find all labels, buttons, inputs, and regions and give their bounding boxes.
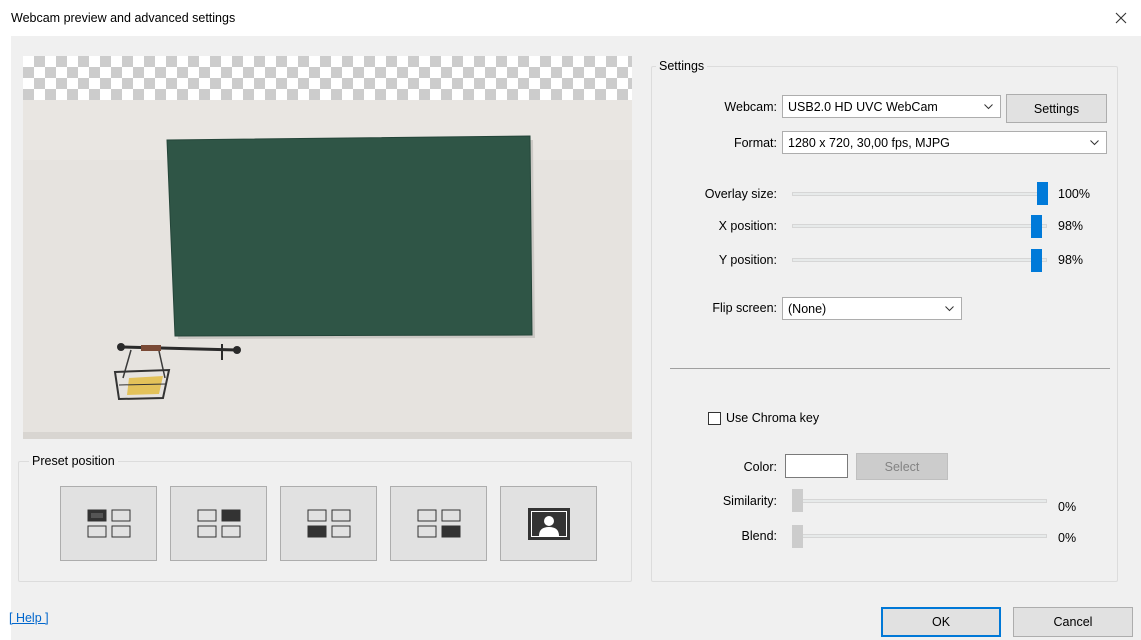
preset-position-label: Preset position — [29, 454, 118, 468]
webcam-select-value: USB2.0 HD UVC WebCam — [788, 99, 938, 114]
preset-top-right-button[interactable] — [170, 486, 267, 561]
close-icon — [1115, 12, 1127, 24]
layout-bottom-right-icon — [417, 509, 460, 537]
similarity-slider-track — [792, 499, 1047, 503]
blend-slider-thumb[interactable] — [792, 525, 803, 548]
blend-label: Blend: — [741, 529, 777, 543]
preset-bottom-right-button[interactable] — [390, 486, 487, 561]
y-position-slider-thumb[interactable] — [1031, 249, 1042, 272]
overlay-size-value: 100% — [1058, 187, 1090, 201]
layout-top-left-icon — [87, 509, 130, 537]
x-position-label: X position: — [718, 219, 777, 233]
blend-slider-track — [792, 534, 1047, 538]
overlay-size-label: Overlay size: — [704, 187, 777, 201]
close-button[interactable] — [1109, 6, 1133, 30]
x-position-value: 98% — [1058, 219, 1084, 233]
color-label: Color: — [743, 460, 777, 474]
flip-screen-label: Flip screen: — [712, 301, 777, 315]
chroma-color-swatch — [785, 454, 848, 478]
preset-top-left-button[interactable] — [60, 486, 157, 561]
y-position-slider-track — [792, 258, 1047, 262]
use-chroma-key-label[interactable]: Use Chroma key — [726, 411, 819, 425]
layout-bottom-left-icon — [307, 509, 350, 537]
flip-screen-select-value: (None) — [788, 301, 827, 316]
chevron-down-icon — [984, 104, 993, 110]
person-fullscreen-icon — [527, 507, 570, 540]
separator-line — [670, 368, 1110, 369]
preset-fullscreen-button[interactable] — [500, 486, 597, 561]
overlay-size-slider-track — [792, 192, 1047, 196]
chevron-down-icon — [945, 306, 954, 312]
webcam-preview — [23, 56, 632, 439]
ok-button[interactable]: OK — [881, 607, 1001, 637]
cancel-button[interactable]: Cancel — [1013, 607, 1133, 637]
format-label: Format: — [733, 136, 777, 150]
blackboard — [167, 136, 532, 336]
y-position-value: 98% — [1058, 253, 1084, 267]
webcam-feed-image — [23, 100, 632, 439]
flip-screen-select[interactable]: (None) — [782, 297, 962, 320]
help-link[interactable]: [ Help ] — [9, 611, 49, 625]
similarity-value: 0% — [1058, 500, 1077, 514]
x-position-slider-track — [792, 224, 1047, 228]
transparency-checkerboard — [23, 56, 632, 100]
use-chroma-key-checkbox[interactable] — [708, 412, 721, 425]
x-position-slider-thumb[interactable] — [1031, 215, 1042, 238]
chevron-down-icon — [1090, 140, 1099, 146]
webcam-select[interactable]: USB2.0 HD UVC WebCam — [782, 95, 1001, 118]
format-select[interactable]: 1280 x 720, 30,00 fps, MJPG — [782, 131, 1107, 154]
layout-top-right-icon — [197, 509, 240, 537]
similarity-slider-thumb[interactable] — [792, 489, 803, 512]
title-bar: Webcam preview and advanced settings — [0, 0, 1141, 36]
window-title: Webcam preview and advanced settings — [11, 11, 236, 25]
blend-value: 0% — [1058, 531, 1077, 545]
overlay-size-slider-thumb[interactable] — [1037, 182, 1048, 205]
preset-bottom-left-button[interactable] — [280, 486, 377, 561]
format-select-value: 1280 x 720, 30,00 fps, MJPG — [788, 135, 950, 150]
similarity-label: Similarity: — [722, 494, 777, 508]
y-position-label: Y position: — [718, 253, 777, 267]
webcam-settings-button[interactable]: Settings — [1006, 94, 1107, 123]
select-color-button[interactable]: Select — [856, 453, 948, 480]
webcam-label: Webcam: — [724, 100, 777, 114]
settings-group-label: Settings — [656, 59, 708, 73]
